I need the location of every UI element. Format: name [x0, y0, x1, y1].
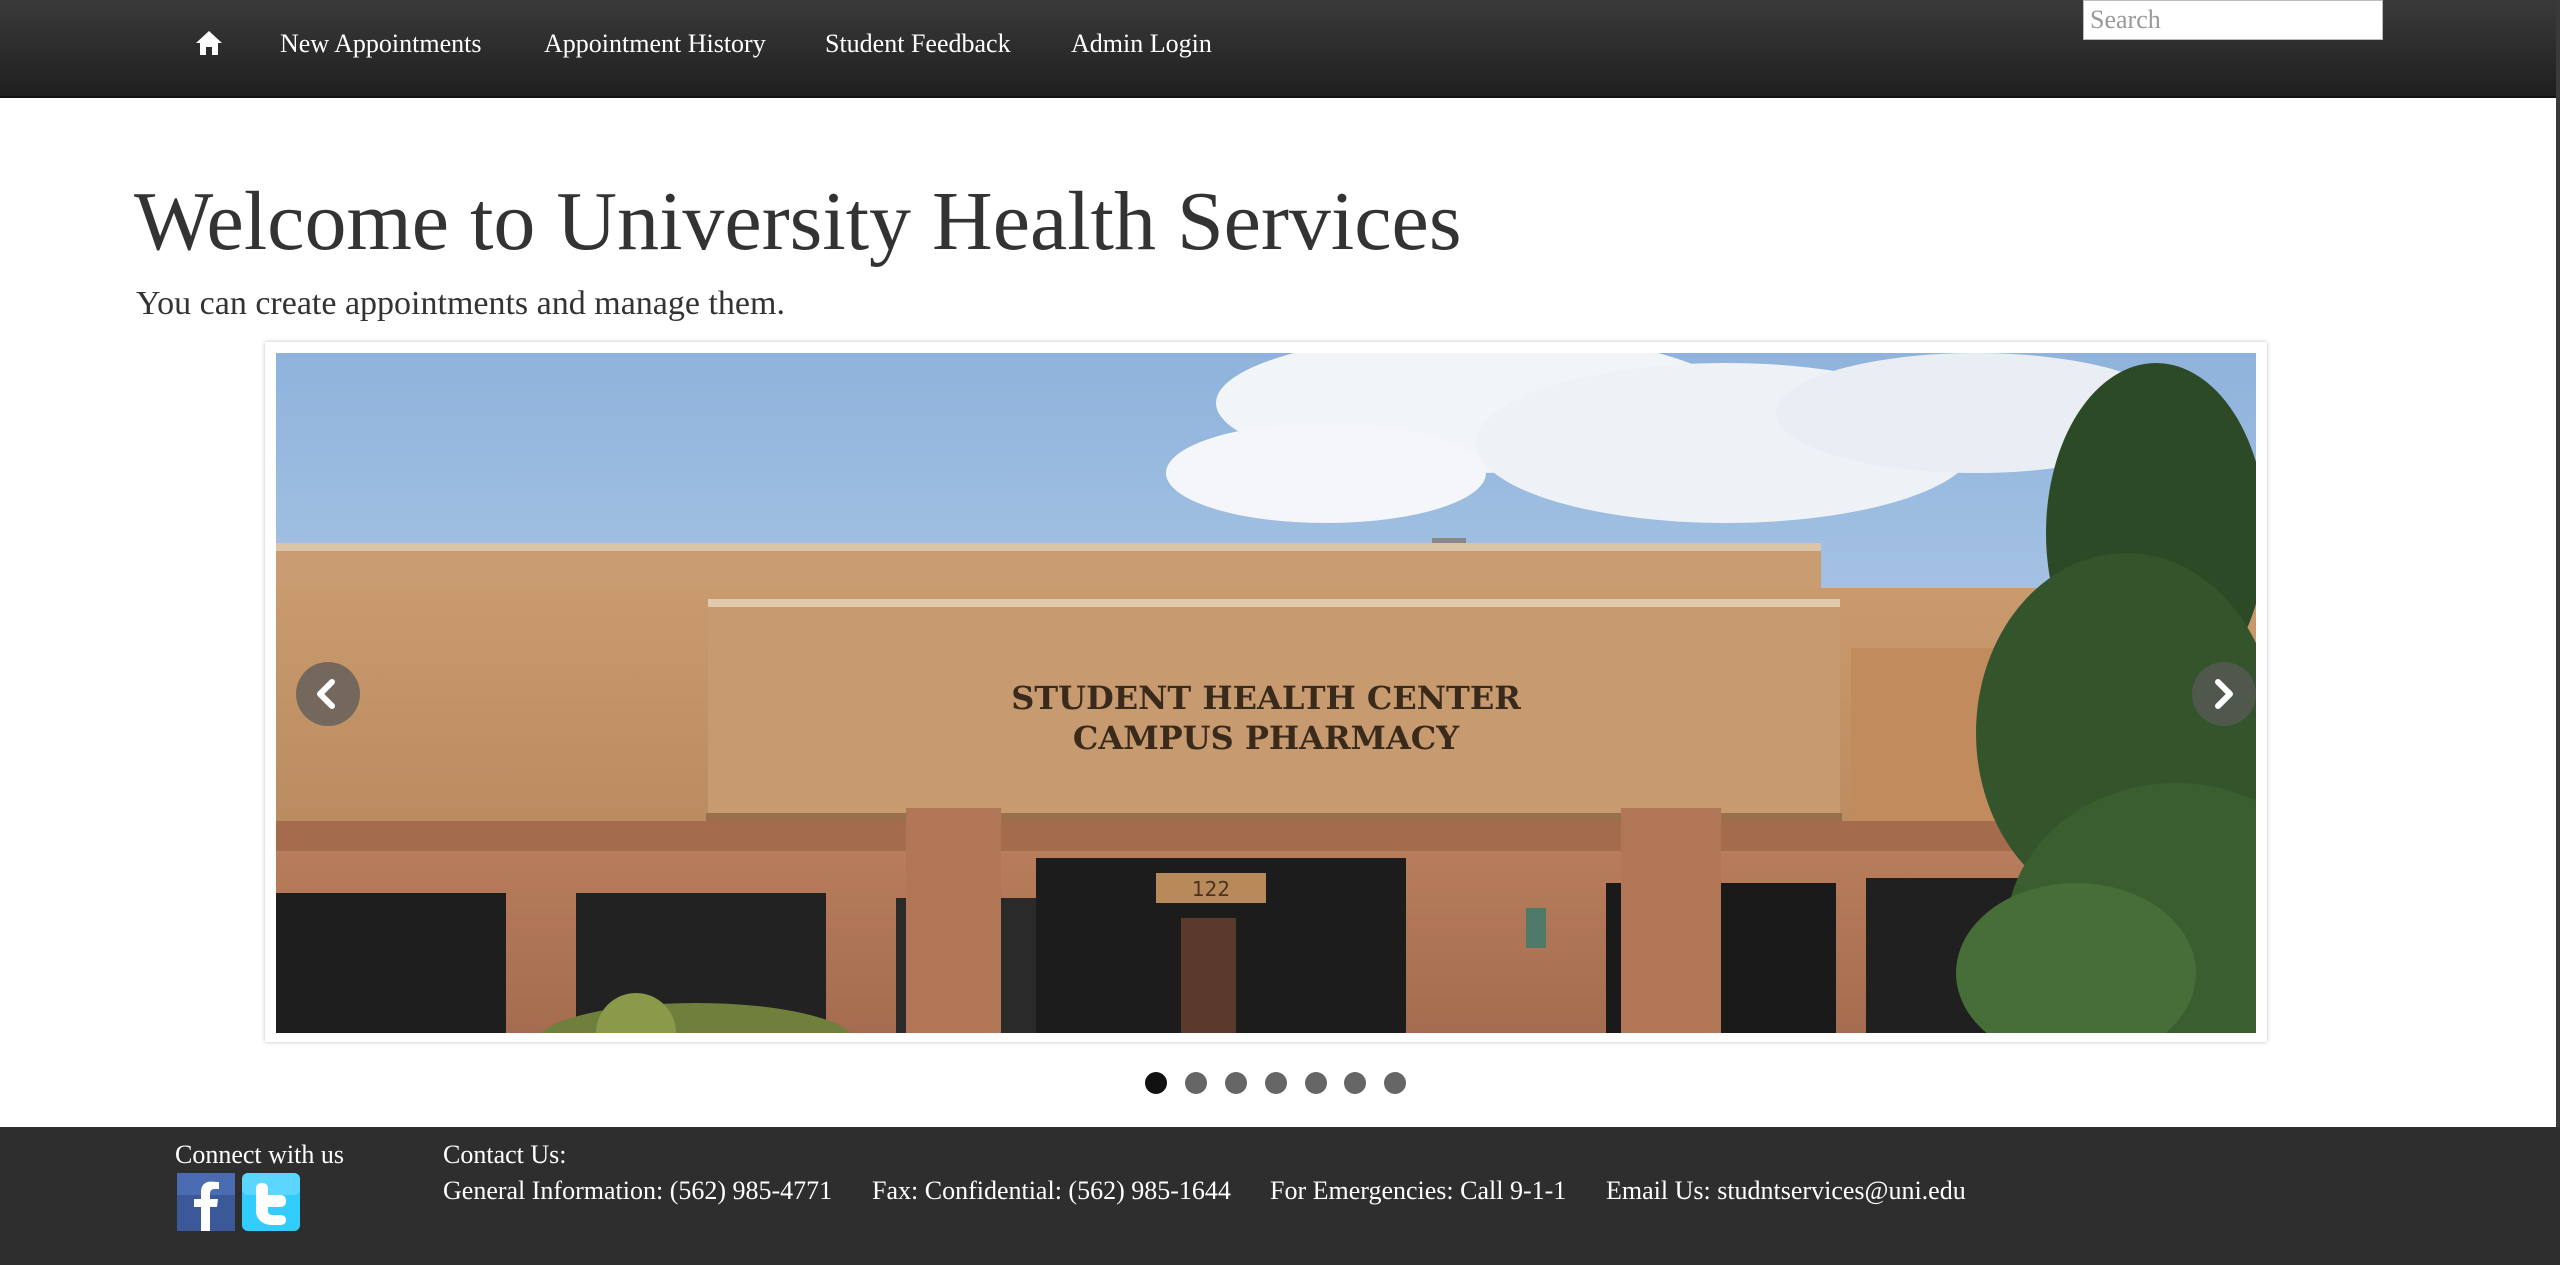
carousel-dot[interactable] [1265, 1072, 1287, 1094]
facebook-icon[interactable] [177, 1173, 235, 1231]
top-navbar: New Appointments Appointment History Stu… [0, 0, 2560, 98]
page-title: Welcome to University Health Services [134, 175, 1462, 268]
building-number: 122 [1192, 877, 1230, 901]
home-icon[interactable] [194, 28, 224, 58]
page-subtitle: You can create appointments and manage t… [136, 285, 785, 322]
carousel-dot[interactable] [1384, 1072, 1406, 1094]
connect-label: Connect with us [175, 1140, 344, 1169]
carousel-dot[interactable] [1185, 1072, 1207, 1094]
chevron-right-icon [2215, 679, 2233, 709]
emergency-text: For Emergencies: Call 9-1-1 [1270, 1176, 1567, 1205]
carousel-dot[interactable] [1305, 1072, 1327, 1094]
sign-text-line2: CAMPUS PHARMACY [1073, 719, 1460, 757]
contact-label: Contact Us: [443, 1140, 567, 1169]
sign-text-line1: STUDENT HEALTH CENTER [1011, 679, 1521, 717]
twitter-icon[interactable] [242, 1173, 300, 1231]
nav-student-feedback[interactable]: Student Feedback [825, 27, 1011, 61]
carousel-dot[interactable] [1344, 1072, 1366, 1094]
carousel-slide-image: STUDENT HEALTH CENTER CAMPUS PHARMACY 12… [276, 353, 2256, 1033]
page-edge-divider [2556, 0, 2560, 1127]
chevron-left-icon [317, 679, 335, 709]
general-info-text: General Information: (562) 985-4771 [443, 1176, 833, 1205]
search-input[interactable] [2083, 0, 2383, 40]
fax-text: Fax: Confidential: (562) 985-1644 [872, 1176, 1231, 1205]
email-link[interactable]: Email Us: studntservices@uni.edu [1606, 1175, 1966, 1207]
nav-appointment-history[interactable]: Appointment History [544, 27, 766, 61]
carousel-prev-button[interactable] [296, 662, 360, 726]
footer: Connect with us Contact Us: General Info… [0, 1127, 2560, 1265]
nav-new-appointments[interactable]: New Appointments [280, 27, 482, 61]
nav-admin-login[interactable]: Admin Login [1071, 27, 1212, 61]
image-carousel: STUDENT HEALTH CENTER CAMPUS PHARMACY 12… [265, 342, 2267, 1042]
carousel-next-button[interactable] [2192, 662, 2256, 726]
carousel-dot[interactable] [1145, 1072, 1167, 1094]
carousel-dot[interactable] [1225, 1072, 1247, 1094]
